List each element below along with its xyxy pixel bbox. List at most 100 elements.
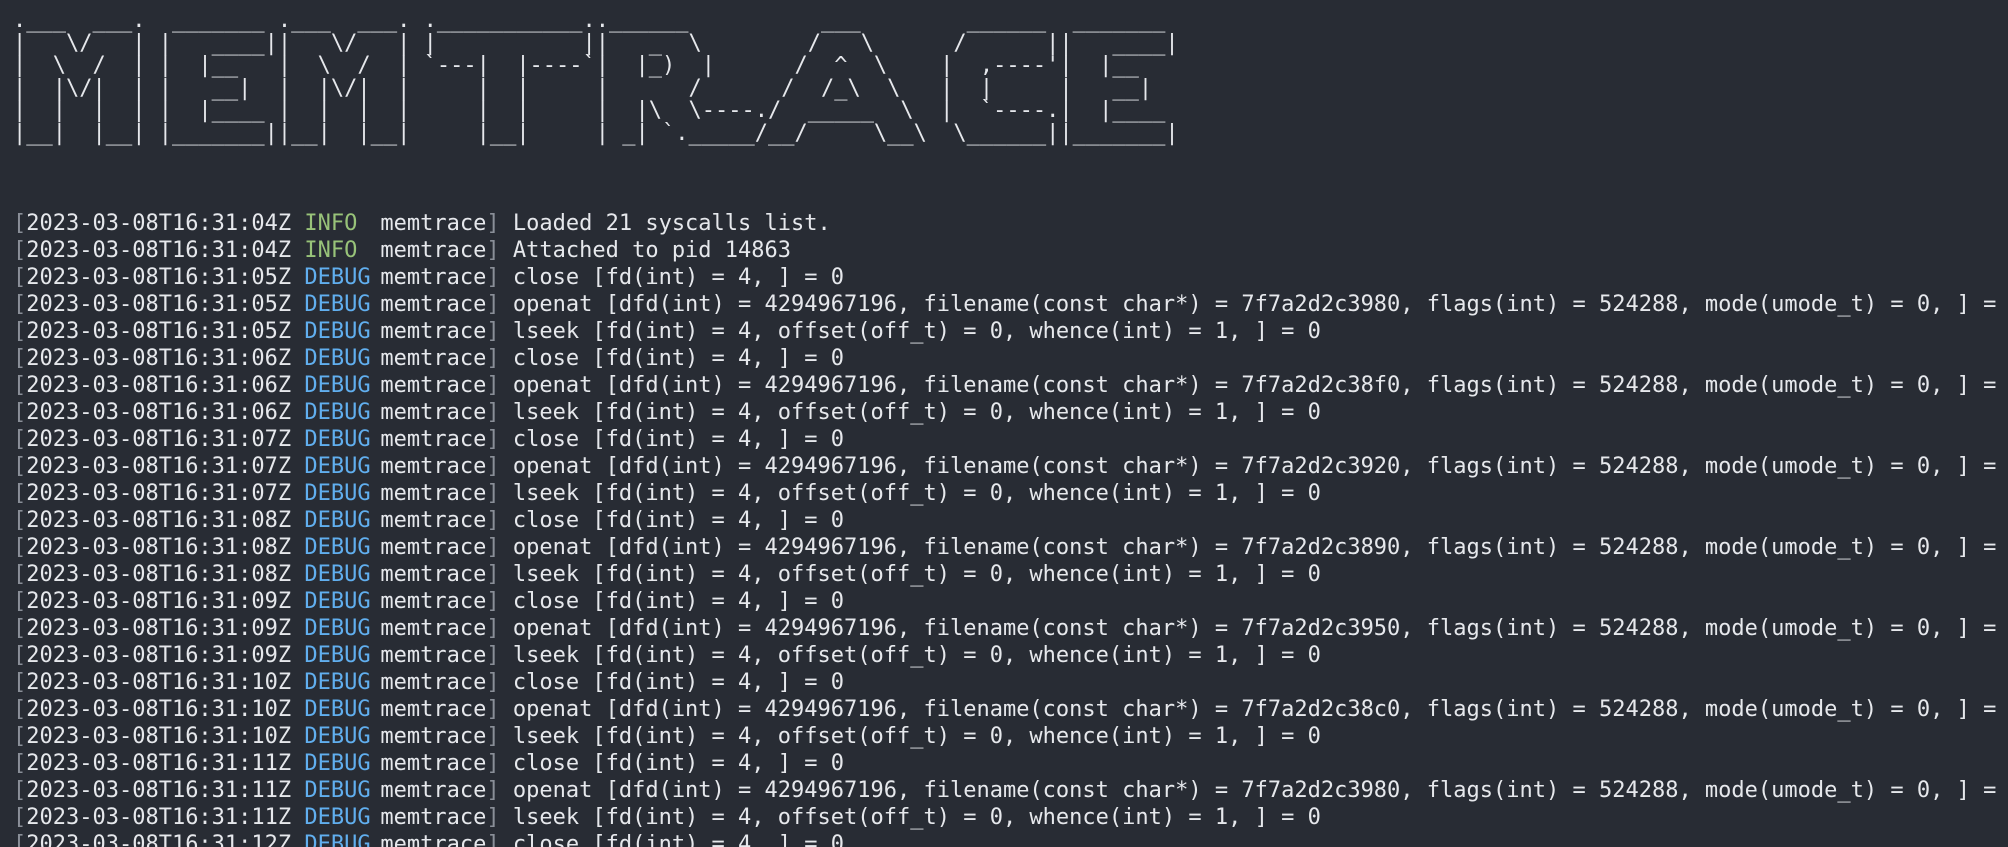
log-message: close [fd(int) = 4, ] = 0 bbox=[512, 508, 845, 533]
open-bracket: [ bbox=[13, 616, 27, 641]
log-source: memtrace bbox=[380, 373, 487, 398]
log-output: [2023-03-08T16:31:04Z INFO memtrace] Load… bbox=[13, 210, 2008, 847]
log-level: DEBUG bbox=[304, 805, 371, 830]
log-message: openat [dfd(int) = 4294967196, filename(… bbox=[512, 454, 2008, 479]
log-timestamp: 2023-03-08T16:31:11Z bbox=[26, 751, 292, 776]
log-timestamp: 2023-03-08T16:31:05Z bbox=[26, 292, 292, 317]
log-timestamp: 2023-03-08T16:31:08Z bbox=[26, 562, 292, 587]
log-level: DEBUG bbox=[304, 751, 371, 776]
open-bracket: [ bbox=[13, 805, 27, 830]
log-source: memtrace bbox=[380, 238, 487, 263]
open-bracket: [ bbox=[13, 373, 27, 398]
log-level: DEBUG bbox=[304, 778, 371, 803]
open-bracket: [ bbox=[13, 400, 27, 425]
log-level: DEBUG bbox=[304, 508, 371, 533]
memtrace-ascii-banner: .___ ___. _______ .___ ___. .___________… bbox=[13, 8, 1179, 146]
log-level: INFO bbox=[304, 238, 358, 263]
log-source: memtrace bbox=[380, 508, 487, 533]
log-message: close [fd(int) = 4, ] = 0 bbox=[512, 589, 845, 614]
log-line: [2023-03-08T16:31:09Z DEBUG memtrace] ope… bbox=[13, 615, 2008, 642]
log-message: Loaded 21 syscalls list. bbox=[512, 211, 831, 236]
log-timestamp: 2023-03-08T16:31:09Z bbox=[26, 643, 292, 668]
log-timestamp: 2023-03-08T16:31:06Z bbox=[26, 346, 292, 371]
log-level: DEBUG bbox=[304, 616, 371, 641]
close-bracket: ] bbox=[486, 616, 500, 641]
close-bracket: ] bbox=[486, 535, 500, 560]
log-level: DEBUG bbox=[304, 643, 371, 668]
log-source: memtrace bbox=[380, 292, 487, 317]
log-timestamp: 2023-03-08T16:31:11Z bbox=[26, 778, 292, 803]
log-line: [2023-03-08T16:31:10Z DEBUG memtrace] lse… bbox=[13, 723, 2008, 750]
open-bracket: [ bbox=[13, 508, 27, 533]
log-source: memtrace bbox=[380, 346, 487, 371]
close-bracket: ] bbox=[486, 346, 500, 371]
log-source: memtrace bbox=[380, 427, 487, 452]
open-bracket: [ bbox=[13, 535, 27, 560]
terminal-window[interactable]: .___ ___. _______ .___ ___. .___________… bbox=[0, 0, 2008, 847]
log-message: lseek [fd(int) = 4, offset(off_t) = 0, w… bbox=[512, 319, 1321, 344]
open-bracket: [ bbox=[13, 238, 27, 263]
log-message: openat [dfd(int) = 4294967196, filename(… bbox=[512, 292, 2008, 317]
close-bracket: ] bbox=[486, 643, 500, 668]
log-timestamp: 2023-03-08T16:31:07Z bbox=[26, 481, 292, 506]
log-source: memtrace bbox=[380, 724, 487, 749]
open-bracket: [ bbox=[13, 319, 27, 344]
close-bracket: ] bbox=[486, 589, 500, 614]
log-timestamp: 2023-03-08T16:31:12Z bbox=[26, 832, 292, 847]
close-bracket: ] bbox=[486, 400, 500, 425]
log-line: [2023-03-08T16:31:07Z DEBUG memtrace] clo… bbox=[13, 426, 2008, 453]
open-bracket: [ bbox=[13, 724, 27, 749]
log-line: [2023-03-08T16:31:06Z DEBUG memtrace] ope… bbox=[13, 372, 2008, 399]
open-bracket: [ bbox=[13, 454, 27, 479]
log-level: DEBUG bbox=[304, 427, 371, 452]
log-line: [2023-03-08T16:31:07Z DEBUG memtrace] ope… bbox=[13, 453, 2008, 480]
log-message: Attached to pid 14863 bbox=[512, 238, 792, 263]
log-source: memtrace bbox=[380, 751, 487, 776]
log-level: DEBUG bbox=[304, 400, 371, 425]
log-source: memtrace bbox=[380, 805, 487, 830]
close-bracket: ] bbox=[486, 211, 500, 236]
log-line: [2023-03-08T16:31:04Z INFO memtrace] Load… bbox=[13, 210, 2008, 237]
log-timestamp: 2023-03-08T16:31:08Z bbox=[26, 535, 292, 560]
log-message: close [fd(int) = 4, ] = 0 bbox=[512, 427, 845, 452]
log-message: openat [dfd(int) = 4294967196, filename(… bbox=[512, 373, 2008, 398]
log-line: [2023-03-08T16:31:06Z DEBUG memtrace] clo… bbox=[13, 345, 2008, 372]
close-bracket: ] bbox=[486, 319, 500, 344]
open-bracket: [ bbox=[13, 778, 27, 803]
close-bracket: ] bbox=[486, 265, 500, 290]
log-message: openat [dfd(int) = 4294967196, filename(… bbox=[512, 778, 2008, 803]
open-bracket: [ bbox=[13, 562, 27, 587]
log-message: lseek [fd(int) = 4, offset(off_t) = 0, w… bbox=[512, 400, 1321, 425]
log-level: DEBUG bbox=[304, 319, 371, 344]
log-timestamp: 2023-03-08T16:31:10Z bbox=[26, 724, 292, 749]
log-line: [2023-03-08T16:31:10Z DEBUG memtrace] clo… bbox=[13, 669, 2008, 696]
log-level: DEBUG bbox=[304, 454, 371, 479]
log-message: openat [dfd(int) = 4294967196, filename(… bbox=[512, 697, 2008, 722]
log-source: memtrace bbox=[380, 643, 487, 668]
log-message: lseek [fd(int) = 4, offset(off_t) = 0, w… bbox=[512, 562, 1321, 587]
log-line: [2023-03-08T16:31:05Z DEBUG memtrace] lse… bbox=[13, 318, 2008, 345]
log-message: lseek [fd(int) = 4, offset(off_t) = 0, w… bbox=[512, 724, 1321, 749]
close-bracket: ] bbox=[486, 724, 500, 749]
close-bracket: ] bbox=[486, 427, 500, 452]
close-bracket: ] bbox=[486, 832, 500, 847]
log-line: [2023-03-08T16:31:10Z DEBUG memtrace] ope… bbox=[13, 696, 2008, 723]
log-message: openat [dfd(int) = 4294967196, filename(… bbox=[512, 535, 2008, 560]
log-source: memtrace bbox=[380, 481, 487, 506]
log-timestamp: 2023-03-08T16:31:09Z bbox=[26, 616, 292, 641]
log-message: lseek [fd(int) = 4, offset(off_t) = 0, w… bbox=[512, 481, 1321, 506]
log-level: DEBUG bbox=[304, 373, 371, 398]
log-line: [2023-03-08T16:31:08Z DEBUG memtrace] clo… bbox=[13, 507, 2008, 534]
log-source: memtrace bbox=[380, 616, 487, 641]
log-timestamp: 2023-03-08T16:31:06Z bbox=[26, 400, 292, 425]
open-bracket: [ bbox=[13, 670, 27, 695]
log-level: DEBUG bbox=[304, 346, 371, 371]
close-bracket: ] bbox=[486, 562, 500, 587]
log-line: [2023-03-08T16:31:11Z DEBUG memtrace] ope… bbox=[13, 777, 2008, 804]
log-line: [2023-03-08T16:31:09Z DEBUG memtrace] clo… bbox=[13, 588, 2008, 615]
open-bracket: [ bbox=[13, 211, 27, 236]
log-level: DEBUG bbox=[304, 670, 371, 695]
log-level: DEBUG bbox=[304, 724, 371, 749]
log-message: close [fd(int) = 4, ] = 0 bbox=[512, 832, 845, 847]
close-bracket: ] bbox=[486, 778, 500, 803]
